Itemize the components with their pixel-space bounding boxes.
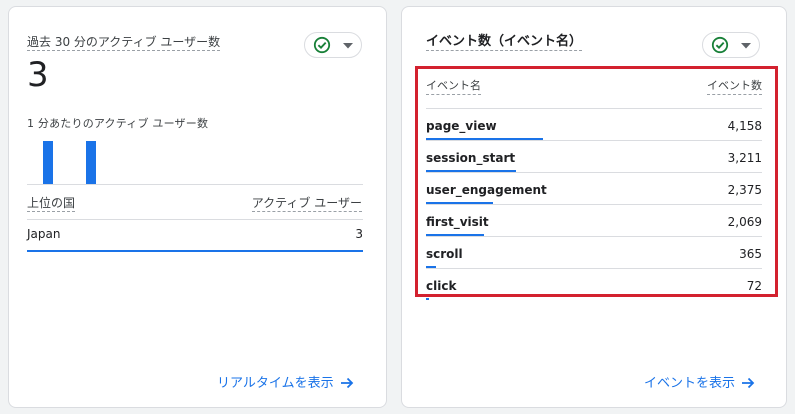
col-active-users[interactable]: アクティブ ユーザー	[251, 195, 362, 212]
share-bar	[27, 250, 363, 252]
view-events-link[interactable]: イベントを表示	[644, 372, 755, 391]
status-chip[interactable]	[702, 32, 760, 58]
event-bar	[426, 298, 429, 300]
realtime-users-card: 過去 30 分のアクティブ ユーザー数 3 1 分あたりのアクティブ ユーザー数…	[8, 6, 387, 408]
minute-bar[interactable]	[43, 141, 53, 184]
active-users-count: 3	[27, 55, 49, 95]
view-events-label[interactable]: イベントを表示	[644, 376, 735, 391]
event-count-title[interactable]: イベント数（イベント名）	[426, 34, 583, 51]
caret-down-icon	[343, 43, 353, 49]
arrow-right-icon	[340, 377, 353, 388]
per-minute-chart	[27, 140, 363, 185]
view-realtime-link[interactable]: リアルタイムを表示	[217, 372, 354, 391]
status-chip[interactable]	[304, 32, 362, 58]
per-minute-title: 1 分あたりのアクティブ ユーザー数	[27, 117, 209, 130]
minute-bar[interactable]	[86, 141, 96, 184]
col-location[interactable]: 上位の国	[27, 195, 76, 212]
country-name: Japan	[27, 227, 61, 241]
highlight-annotation-box	[415, 66, 778, 297]
card-title: イベント数（イベント名）	[426, 34, 583, 51]
card-title: 過去 30 分のアクティブ ユーザー数	[27, 34, 221, 51]
check-circle-icon	[711, 36, 729, 54]
event-count-card: イベント数（イベント名） イベント名 イベント数 page_view 4,158…	[401, 6, 787, 408]
caret-down-icon	[741, 43, 751, 49]
arrow-right-icon	[742, 377, 755, 388]
realtime-title[interactable]: 過去 30 分のアクティブ ユーザー数	[27, 34, 221, 51]
country-users: 3	[355, 227, 363, 241]
table-row: Japan 3	[27, 219, 363, 252]
location-table-header: 上位の国 アクティブ ユーザー	[27, 195, 362, 215]
check-circle-icon	[313, 36, 331, 54]
view-realtime-label[interactable]: リアルタイムを表示	[217, 376, 334, 391]
